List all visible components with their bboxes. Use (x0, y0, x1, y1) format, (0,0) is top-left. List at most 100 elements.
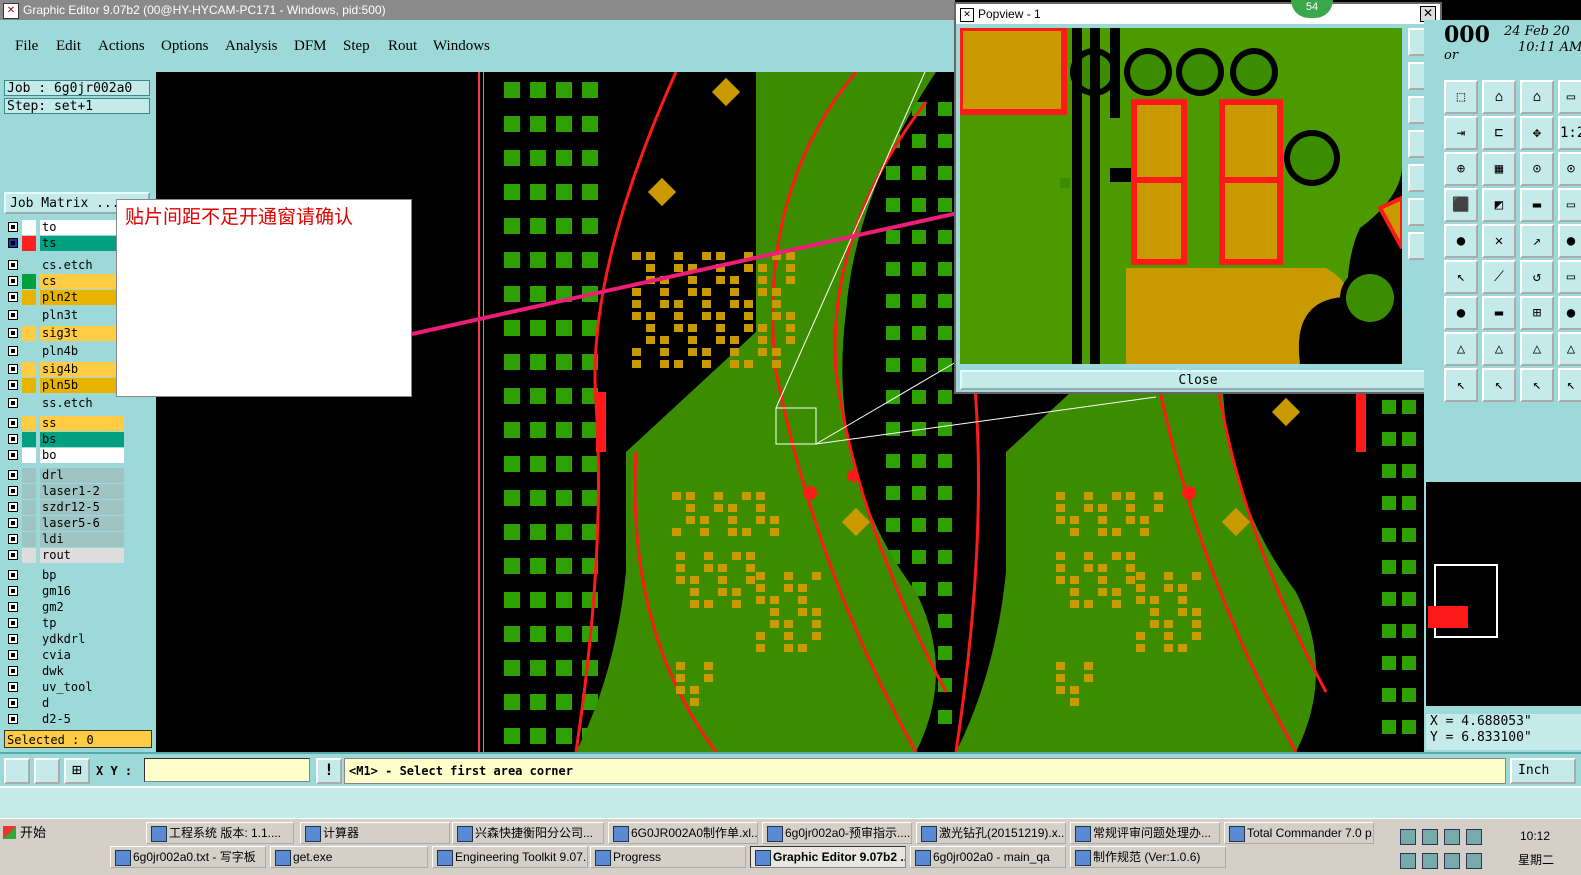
taskbar-item[interactable]: 6g0jr002a0 - main_qa (910, 846, 1066, 868)
layer-row[interactable]: tp (4, 616, 124, 631)
layer-name[interactable]: d2-5 (40, 712, 124, 727)
layer-row[interactable]: ts (4, 236, 124, 251)
layer-color-swatch[interactable] (22, 532, 36, 547)
select-tool-button[interactable]: ↖ (1482, 368, 1516, 402)
layer-name[interactable]: uv_tool (40, 680, 124, 695)
fill-button[interactable]: ⊞ (1520, 296, 1554, 330)
layer-color-swatch[interactable] (22, 632, 36, 647)
arc-button[interactable]: ▬ (1482, 296, 1516, 330)
layer-name[interactable]: bo (40, 448, 124, 463)
home-button[interactable]: ⌂ (1520, 80, 1554, 114)
layer-name[interactable]: ldi (40, 532, 124, 547)
layer-color-swatch[interactable] (22, 664, 36, 679)
volume-icon[interactable] (1400, 853, 1416, 869)
layer-name[interactable]: laser5-6 (40, 516, 124, 531)
layer-color-swatch[interactable] (22, 616, 36, 631)
drill-button[interactable]: ↺ (1520, 260, 1554, 294)
display-icon[interactable] (1422, 853, 1438, 869)
layer-checkbox[interactable] (8, 434, 18, 444)
snap-button[interactable]: ↗ (1520, 224, 1554, 258)
polygon-button[interactable]: ● (1444, 296, 1478, 330)
layer-checkbox[interactable] (8, 486, 18, 496)
start-button[interactable]: 开始 (0, 821, 52, 845)
layer-row[interactable]: dwk (4, 664, 124, 679)
taskbar-item[interactable]: 计算器 (300, 822, 450, 844)
cross-button[interactable]: ● (1558, 224, 1581, 258)
layer-row[interactable]: cs.etch (4, 258, 124, 273)
layer-color-swatch[interactable] (22, 344, 36, 359)
layer-color-swatch[interactable] (22, 600, 36, 615)
taskbar-item[interactable]: get.exe (270, 846, 428, 868)
layer-color-swatch[interactable] (22, 568, 36, 583)
taskbar-item[interactable]: Progress (590, 846, 746, 868)
layer-name[interactable]: sig3t (40, 326, 124, 341)
export-button[interactable]: ⊏ (1482, 116, 1516, 150)
layer-row[interactable]: uv_tool (4, 680, 124, 695)
grid-button[interactable]: ⊞ (64, 758, 90, 784)
layer-name[interactable]: laser1-2 (40, 484, 124, 499)
rotate-button[interactable]: ⟋ (1482, 260, 1516, 294)
layer-checkbox[interactable] (8, 380, 18, 390)
pointer-edit-button[interactable]: ↖ (1558, 368, 1581, 402)
xy-input[interactable] (144, 758, 310, 782)
layer-checkbox[interactable] (8, 682, 18, 692)
taskbar-item[interactable]: 激光钻孔(20151219).x... (916, 822, 1066, 844)
layer-name[interactable]: to (40, 220, 124, 235)
frame-button[interactable]: 1:2 (1558, 116, 1581, 150)
layer-name[interactable]: bs (40, 432, 124, 447)
usb-icon[interactable] (1444, 853, 1460, 869)
layer-color-swatch[interactable] (22, 416, 36, 431)
bluetooth-icon[interactable] (1422, 829, 1438, 845)
layer-name[interactable]: pln4b (40, 344, 124, 359)
layer-color-swatch[interactable] (22, 378, 36, 393)
layer-row[interactable]: cs (4, 274, 124, 289)
popview-close-button[interactable]: Close (960, 370, 1436, 390)
layer-row[interactable]: laser5-6 (4, 516, 124, 531)
zoom-button[interactable]: ⊙ (1520, 152, 1554, 186)
layer-name[interactable]: tp (40, 616, 124, 631)
layer-checkbox[interactable] (8, 238, 18, 248)
layer-color-swatch[interactable] (22, 326, 36, 341)
layer-name[interactable]: ss.etch (40, 396, 124, 411)
taskbar-item[interactable]: 兴森快捷衡阳分公司... (452, 822, 604, 844)
chat-icon[interactable] (1444, 829, 1460, 845)
pointer-button[interactable]: ↖ (1444, 368, 1478, 402)
grid-button[interactable]: ⊙ (1558, 152, 1581, 186)
layer-row[interactable]: gm16 (4, 584, 124, 599)
layer-name[interactable]: dwk (40, 664, 124, 679)
scale-button[interactable]: ▦ (1482, 152, 1516, 186)
layer-color-swatch[interactable] (22, 584, 36, 599)
menu-step[interactable]: Step (343, 38, 370, 55)
view-button[interactable]: ⬚ (1444, 80, 1478, 114)
layer-color-swatch[interactable] (22, 290, 36, 305)
layer-color-swatch[interactable] (22, 220, 36, 235)
layer-checkbox[interactable] (8, 364, 18, 374)
menu-file[interactable]: File (15, 38, 38, 55)
layer-name[interactable]: sig4b (40, 362, 124, 377)
taskbar-item[interactable]: 制作规范 (Ver:1.0.6) (1070, 846, 1226, 868)
menu-edit[interactable]: Edit (56, 38, 81, 55)
layer-color-swatch[interactable] (22, 696, 36, 711)
layer-color-swatch[interactable] (22, 516, 36, 531)
erase-button[interactable]: △ (1482, 332, 1516, 366)
layer-name[interactable]: ts (40, 236, 124, 251)
node-button[interactable]: ▭ (1558, 260, 1581, 294)
layer-checkbox[interactable] (8, 618, 18, 628)
layer-name[interactable]: gm2 (40, 600, 124, 615)
split-button[interactable]: ● (1444, 224, 1478, 258)
layer-color-swatch[interactable] (22, 274, 36, 289)
window-button[interactable]: ▭ (1558, 80, 1581, 114)
layer-checkbox[interactable] (8, 534, 18, 544)
layer-checkbox[interactable] (8, 518, 18, 528)
taskbar-item[interactable]: 工程系统 版本: 1.1.... (146, 822, 294, 844)
layer-name[interactable]: pln3t (40, 308, 124, 323)
layer-name[interactable]: cvia (40, 648, 124, 663)
layer-row[interactable]: bo (4, 448, 124, 463)
layer-name[interactable]: szdr12-5 (40, 500, 124, 515)
layer-name[interactable]: cs.etch (40, 258, 124, 273)
snap-mode-button[interactable] (4, 758, 30, 784)
flip-button[interactable]: △ (1444, 332, 1478, 366)
layer-name[interactable]: gm16 (40, 584, 124, 599)
triangle-button[interactable]: △ (1558, 332, 1581, 366)
measure-button[interactable] (34, 758, 60, 784)
